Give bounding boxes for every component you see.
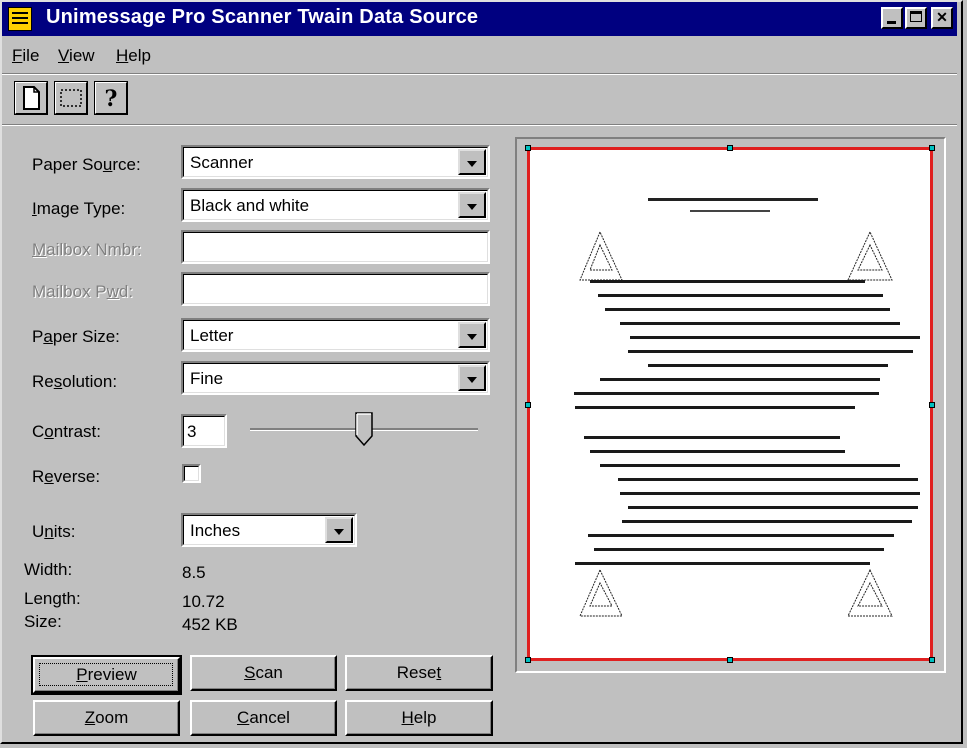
image-type-dropdown-button[interactable] [458, 192, 486, 218]
mailbox-nmbr-label: Mailbox Nmbr: [32, 240, 142, 259]
crop-handle-top-right[interactable] [929, 145, 935, 151]
reset-button-label: Reset [396, 663, 442, 682]
size-value: 452 KB [182, 615, 238, 634]
units-dropdown-button[interactable] [325, 517, 353, 543]
menu-file[interactable]: File [12, 46, 39, 66]
scanned-page-preview[interactable] [525, 145, 935, 663]
minimize-icon [887, 21, 896, 24]
paper-source-select[interactable]: Scanner [181, 145, 490, 179]
close-button[interactable]: ✕ [931, 7, 953, 29]
minimize-button[interactable] [881, 7, 903, 29]
reverse-checkbox[interactable] [182, 464, 201, 483]
chevron-down-icon [467, 334, 477, 340]
units-select[interactable]: Inches [181, 513, 357, 547]
zoom-button[interactable]: Zoom [33, 700, 180, 736]
contrast-slider-thumb[interactable] [354, 412, 376, 448]
contrast-input[interactable]: 3 [181, 414, 227, 448]
paper-size-select[interactable]: Letter [181, 318, 490, 352]
units-label: Units: [32, 522, 76, 541]
width-label: Width: [24, 560, 73, 579]
size-label: Size: [24, 612, 62, 631]
length-value: 10.72 [182, 592, 225, 611]
paper-source-label: Paper Source: [32, 155, 141, 174]
crop-handle-bottom[interactable] [727, 657, 733, 663]
resolution-label: Resolution: [32, 372, 118, 391]
chevron-down-icon [467, 204, 477, 210]
help-button-label: Help [401, 708, 437, 727]
scanner-app-icon [8, 7, 32, 31]
cancel-button-label: Cancel [237, 708, 290, 727]
scan-button-label: Scan [244, 663, 283, 682]
zoom-button-label: Zoom [84, 708, 129, 727]
maximize-icon [910, 11, 922, 22]
image-type-value: Black and white [190, 196, 310, 215]
help-question-icon: ? [105, 86, 118, 112]
width-value: 8.5 [182, 563, 206, 582]
mailbox-pwd-input[interactable] [181, 272, 490, 306]
cancel-button[interactable]: Cancel [190, 700, 337, 736]
crop-handle-right[interactable] [929, 402, 935, 408]
menu-view-rest: iew [69, 46, 95, 65]
reset-button[interactable]: Reset [345, 655, 493, 691]
menu-divider-light [2, 74, 957, 75]
paper-size-label: Paper Size: [32, 327, 120, 346]
preview-button[interactable]: Preview [31, 655, 182, 695]
paper-source-dropdown-button[interactable] [458, 149, 486, 175]
help-tool-button[interactable]: ? [94, 81, 128, 115]
crop-handle-bottom-right[interactable] [929, 657, 935, 663]
menu-help[interactable]: Help [116, 46, 151, 66]
select-area-button[interactable] [54, 81, 88, 115]
contrast-value: 3 [187, 422, 197, 441]
select-area-icon [60, 89, 82, 107]
close-icon: ✕ [936, 9, 948, 25]
crop-handle-bottom-left[interactable] [525, 657, 531, 663]
paper-source-value: Scanner [190, 153, 254, 172]
new-button[interactable] [14, 81, 48, 115]
svg-text:?: ? [105, 86, 118, 112]
image-type-select[interactable]: Black and white [181, 188, 490, 222]
crop-handle-left[interactable] [525, 402, 531, 408]
chevron-down-icon [467, 161, 477, 167]
paper-size-dropdown-button[interactable] [458, 322, 486, 348]
toolbar-divider-light [2, 125, 957, 126]
menu-help-rest: elp [128, 46, 151, 65]
focus-rect [39, 663, 173, 686]
units-value: Inches [190, 521, 241, 540]
image-type-label: Image Type: [32, 199, 126, 218]
new-page-icon [23, 86, 40, 110]
resolution-dropdown-button[interactable] [458, 365, 486, 391]
resolution-value: Fine [190, 369, 224, 388]
crop-handle-top[interactable] [727, 145, 733, 151]
length-label: Length: [24, 589, 81, 608]
menu-view[interactable]: View [58, 46, 95, 66]
resolution-select[interactable]: Fine [181, 361, 490, 395]
paper-size-value: Letter [190, 326, 234, 345]
contrast-label: Contrast: [32, 422, 101, 441]
maximize-button[interactable] [905, 7, 927, 29]
reverse-label: Reverse: [32, 467, 101, 486]
chevron-down-icon [467, 377, 477, 383]
scan-button[interactable]: Scan [190, 655, 337, 691]
scanned-document-image [574, 198, 920, 617]
menu-file-rest: ile [22, 46, 40, 65]
title-bar[interactable]: Unimessage Pro Scanner Twain Data Source… [2, 2, 957, 36]
chevron-down-icon [334, 529, 344, 535]
mailbox-pwd-label: Mailbox Pwd: [32, 282, 134, 301]
help-button[interactable]: Help [345, 700, 493, 736]
window-title: Unimessage Pro Scanner Twain Data Source [46, 6, 479, 28]
crop-handle-top-left[interactable] [525, 145, 531, 151]
mailbox-nmbr-input[interactable] [181, 230, 490, 264]
